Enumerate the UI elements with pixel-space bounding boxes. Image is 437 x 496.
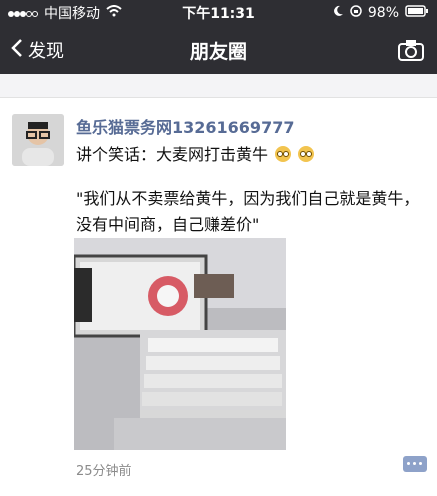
chevron-left-icon: [10, 38, 24, 63]
back-button[interactable]: 发现: [10, 37, 64, 63]
page-title: 朋友圈: [189, 40, 247, 63]
battery-percent: 98%: [367, 5, 399, 21]
post-text-line1: 讲个笑话：大麦网打击黄牛: [76, 145, 269, 164]
post-body: 讲个笑话：大麦网打击黄牛 "我们从不卖票给黄牛，因为我们自己就是黄牛，没有中间商…: [76, 142, 421, 238]
moon-icon: [332, 5, 344, 21]
moment-post: 鱼乐猫票务网13261669777 讲个笑话：大麦网打击黄牛 "我们从不卖票给黄…: [0, 98, 437, 496]
post-text-line2: "我们从不卖票给黄牛，因为我们自己就是黄牛，没有中间商，自己赚差价": [76, 189, 420, 234]
camera-icon: [397, 40, 425, 66]
lock-icon: [350, 5, 362, 21]
emoji-icon: [298, 146, 315, 162]
avatar[interactable]: [12, 114, 64, 166]
back-label: 发现: [28, 41, 64, 62]
status-right: 98%: [332, 5, 429, 21]
camera-button[interactable]: [397, 38, 425, 62]
post-username[interactable]: 鱼乐猫票务网13261669777: [76, 114, 294, 138]
emoji-icon: [275, 146, 292, 162]
post-timestamp: 25分钟前: [76, 464, 132, 479]
comment-icon[interactable]: [403, 456, 427, 472]
section-divider: [0, 74, 437, 98]
status-bar: 中国移动 下午11:31 98%: [0, 0, 437, 26]
nav-bar: 发现 朋友圈: [0, 26, 437, 74]
battery-icon: [405, 5, 429, 21]
post-image[interactable]: [74, 238, 286, 450]
